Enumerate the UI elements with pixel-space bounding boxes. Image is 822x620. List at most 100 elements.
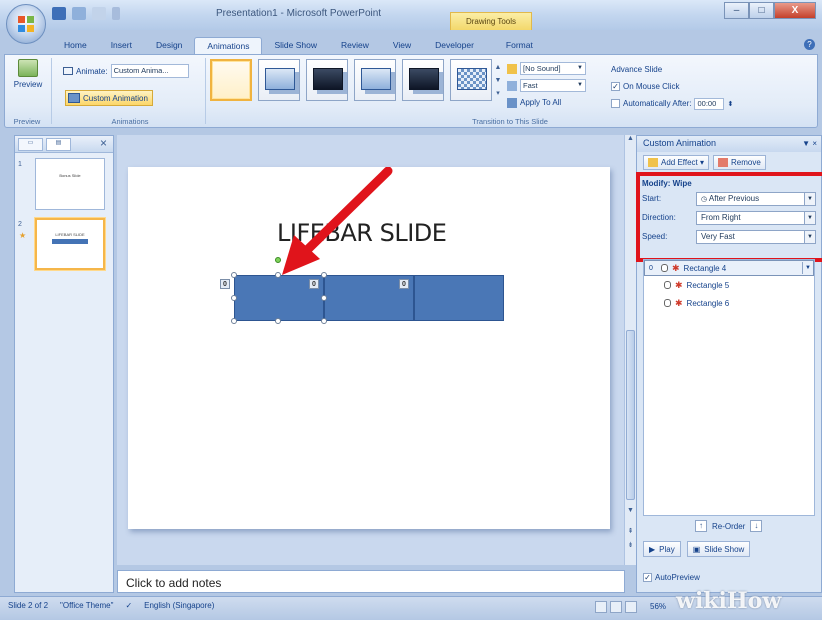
on-mouse-click-checkbox[interactable]: ✓ [611, 82, 620, 91]
red-highlight-box [636, 172, 822, 262]
animation-list: 0 ✱ Rectangle 4 ▼ ✱ Rectangle 5 ✱ Rectan… [643, 259, 815, 516]
tab-review[interactable]: Review [329, 37, 381, 54]
slide-show-button[interactable]: ▣ Slide Show [686, 541, 751, 557]
tab-design[interactable]: Design [144, 37, 194, 54]
list-item-number: 0 [649, 264, 653, 272]
apply-to-all-button[interactable]: Apply To All [520, 98, 561, 107]
list-item[interactable]: ✱ Rectangle 6 [644, 294, 814, 312]
maximize-button[interactable]: □ [749, 2, 774, 19]
remove-button[interactable]: Remove [713, 155, 766, 170]
ribbon: Preview Preview Animate: Custom Anima...… [4, 54, 818, 128]
gallery-scroll[interactable]: ▲ ▼ ▾ [493, 61, 503, 100]
custom-animation-pane: Custom Animation ▼ × Add Effect ▾ Remove… [636, 135, 822, 593]
list-item[interactable]: 0 ✱ Rectangle 4 ▼ [644, 260, 814, 276]
resize-handle[interactable] [231, 318, 237, 324]
preview-button[interactable]: Preview [11, 59, 45, 105]
lifebar-rectangle-6[interactable] [414, 275, 504, 321]
chevron-down-icon: ▼ [577, 65, 583, 71]
slide-sorter-view-button[interactable] [610, 601, 622, 613]
scroll-down-icon[interactable]: ▼ [626, 507, 635, 514]
scroll-up-icon[interactable]: ▲ [626, 135, 635, 142]
tab-developer[interactable]: Developer [423, 37, 486, 54]
slide-vertical-scrollbar[interactable]: ▲ ▼ ⇞ ⇟ [624, 135, 636, 565]
list-item[interactable]: ✱ Rectangle 5 [644, 276, 814, 294]
modify-effect-section: Modify: Wipe Start: ◷ After Previous ▼ D… [636, 172, 822, 262]
tab-insert[interactable]: Insert [99, 37, 144, 54]
custom-animation-icon [68, 93, 80, 103]
slide-thumbnail-2[interactable]: LIFEBAR SLIDE [35, 218, 105, 270]
resize-handle[interactable] [231, 272, 237, 278]
slide-show-view-button[interactable] [625, 601, 637, 613]
transition-none[interactable] [210, 59, 252, 101]
language[interactable]: English (Singapore) [144, 601, 214, 610]
animate-select[interactable]: Custom Anima... [110, 64, 189, 78]
zoom-level[interactable]: 56% [650, 602, 666, 611]
close-icon[interactable]: × [812, 139, 817, 148]
chevron-down-icon[interactable]: ▼ [802, 262, 813, 274]
next-slide-icon[interactable]: ⇟ [626, 541, 635, 549]
custom-animation-button[interactable]: Custom Animation [65, 90, 153, 106]
scroll-thumb[interactable] [626, 330, 635, 500]
tab-outline[interactable]: ▭ [18, 138, 43, 151]
add-effect-button[interactable]: Add Effect ▾ [643, 155, 710, 170]
normal-view-button[interactable] [595, 601, 607, 613]
auto-after-time-input[interactable]: 00:00 [694, 97, 725, 110]
list-item-name: Rectangle 5 [686, 280, 730, 290]
thumbnail-title: Bonus Slide [59, 173, 81, 178]
tab-view[interactable]: View [381, 37, 423, 54]
spell-check-icon[interactable]: ✓ [125, 601, 132, 610]
move-down-icon[interactable]: ↓ [750, 520, 763, 532]
undo-icon[interactable] [72, 7, 86, 20]
clock-icon [661, 264, 668, 272]
help-icon[interactable]: ? [804, 39, 815, 50]
red-arrow-annotation [282, 167, 393, 275]
resize-handle[interactable] [275, 318, 281, 324]
spinner-icon[interactable]: ⬍ [727, 100, 733, 108]
tab-format[interactable]: Format [494, 37, 545, 54]
auto-after-checkbox[interactable] [611, 99, 620, 108]
slide-editor: LIFEBAR SLIDE 0 0 0 [117, 135, 625, 565]
transition-fade-through-black[interactable] [306, 59, 348, 101]
play-button[interactable]: ▶ Play [643, 541, 681, 557]
resize-handle[interactable] [231, 295, 237, 301]
play-icon: ▶ [649, 544, 656, 554]
previous-slide-icon[interactable]: ⇞ [626, 527, 635, 535]
play-label: Play [659, 544, 675, 554]
slide-thumbnail-1[interactable]: Bonus Slide [35, 158, 105, 210]
move-up-icon[interactable]: ↑ [695, 520, 707, 532]
slide-canvas[interactable]: LIFEBAR SLIDE 0 0 0 [128, 167, 610, 529]
resize-handle[interactable] [321, 295, 327, 301]
animation-order-tag: 0 [399, 279, 409, 289]
office-button[interactable] [6, 4, 46, 44]
transition-options: [No Sound] ▼ Fast ▼ Apply To All [507, 60, 586, 111]
list-item-name: Rectangle 4 [683, 263, 727, 273]
notes-pane[interactable]: Click to add notes [117, 570, 625, 593]
pane-menu-icon[interactable]: ▼ [802, 139, 810, 148]
save-icon[interactable] [52, 7, 66, 20]
autopreview-checkbox[interactable]: ✓ [643, 573, 652, 582]
close-icon[interactable]: × [100, 136, 107, 150]
minimize-button[interactable]: – [724, 2, 749, 19]
redo-icon[interactable] [92, 7, 106, 20]
close-button[interactable]: X [774, 2, 816, 19]
reorder-label: Re-Order [712, 521, 746, 531]
transition-sound-select[interactable]: [No Sound] ▼ [520, 62, 586, 75]
transition-dissolve[interactable] [450, 59, 492, 101]
custom-animation-label: Custom Animation [83, 93, 148, 103]
tab-animations[interactable]: Animations [194, 37, 263, 54]
qat-customize-icon[interactable] [112, 7, 120, 20]
slide-show-label: Slide Show [704, 544, 745, 554]
transition-fade-smoothly[interactable] [258, 59, 300, 101]
tab-home[interactable]: Home [52, 37, 99, 54]
animate-label: Animate: [76, 66, 108, 76]
resize-handle[interactable] [321, 318, 327, 324]
transition-cut[interactable] [354, 59, 396, 101]
transition-cut-through-black[interactable] [402, 59, 444, 101]
tab-slide-show[interactable]: Slide Show [262, 37, 329, 54]
tab-slides[interactable]: ▤ [46, 138, 71, 151]
thumbnail-lifebar [52, 239, 88, 244]
autopreview-row: ✓ AutoPreview [643, 573, 700, 582]
title-bar: Presentation1 - Microsoft PowerPoint Dra… [0, 0, 822, 44]
group-label-transition: Transition to This Slide [472, 117, 548, 126]
transition-speed-select[interactable]: Fast ▼ [520, 79, 586, 92]
